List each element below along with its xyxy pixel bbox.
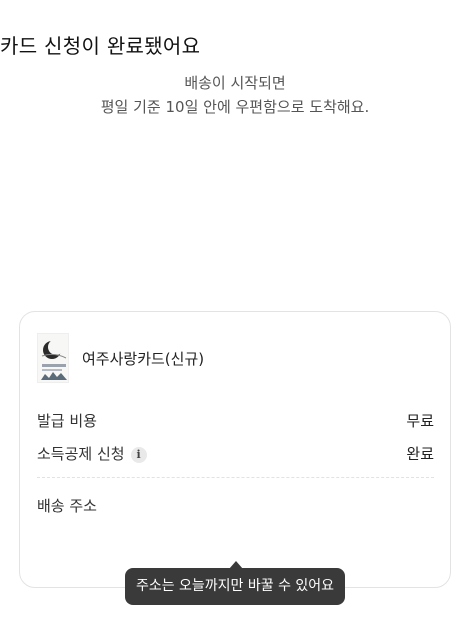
divider (37, 477, 434, 478)
info-icon[interactable]: i (130, 447, 147, 463)
card-thumbnail-image (37, 333, 69, 383)
page-title: 카드 신청이 완료됐어요 (0, 34, 201, 58)
card-name: 여주사랑카드(신규) (82, 350, 205, 368)
subtitle-line-2: 평일 기준 10일 안에 우편함으로 도착해요. (100, 98, 370, 116)
address-change-tooltip: 주소는 오늘까지만 바꿀 수 있어요 (125, 568, 345, 605)
income-deduction-label: 소득공제 신청 (37, 445, 125, 463)
page-subtitle: 배송이 시작되면 평일 기준 10일 안에 우편함으로 도착해요. (0, 71, 470, 119)
income-deduction-label-group: 소득공제 신청 i (37, 443, 147, 464)
subtitle-line-1: 배송이 시작되면 (184, 74, 286, 92)
issue-fee-label: 발급 비용 (37, 412, 97, 430)
delivery-address-label: 배송 주소 (37, 497, 97, 515)
card-summary: 여주사랑카드(신규) 발급 비용 무료 소득공제 신청 i 완료 배송 주소 (19, 311, 451, 588)
issue-fee-value: 무료 (406, 412, 434, 430)
income-deduction-value: 완료 (406, 445, 434, 463)
